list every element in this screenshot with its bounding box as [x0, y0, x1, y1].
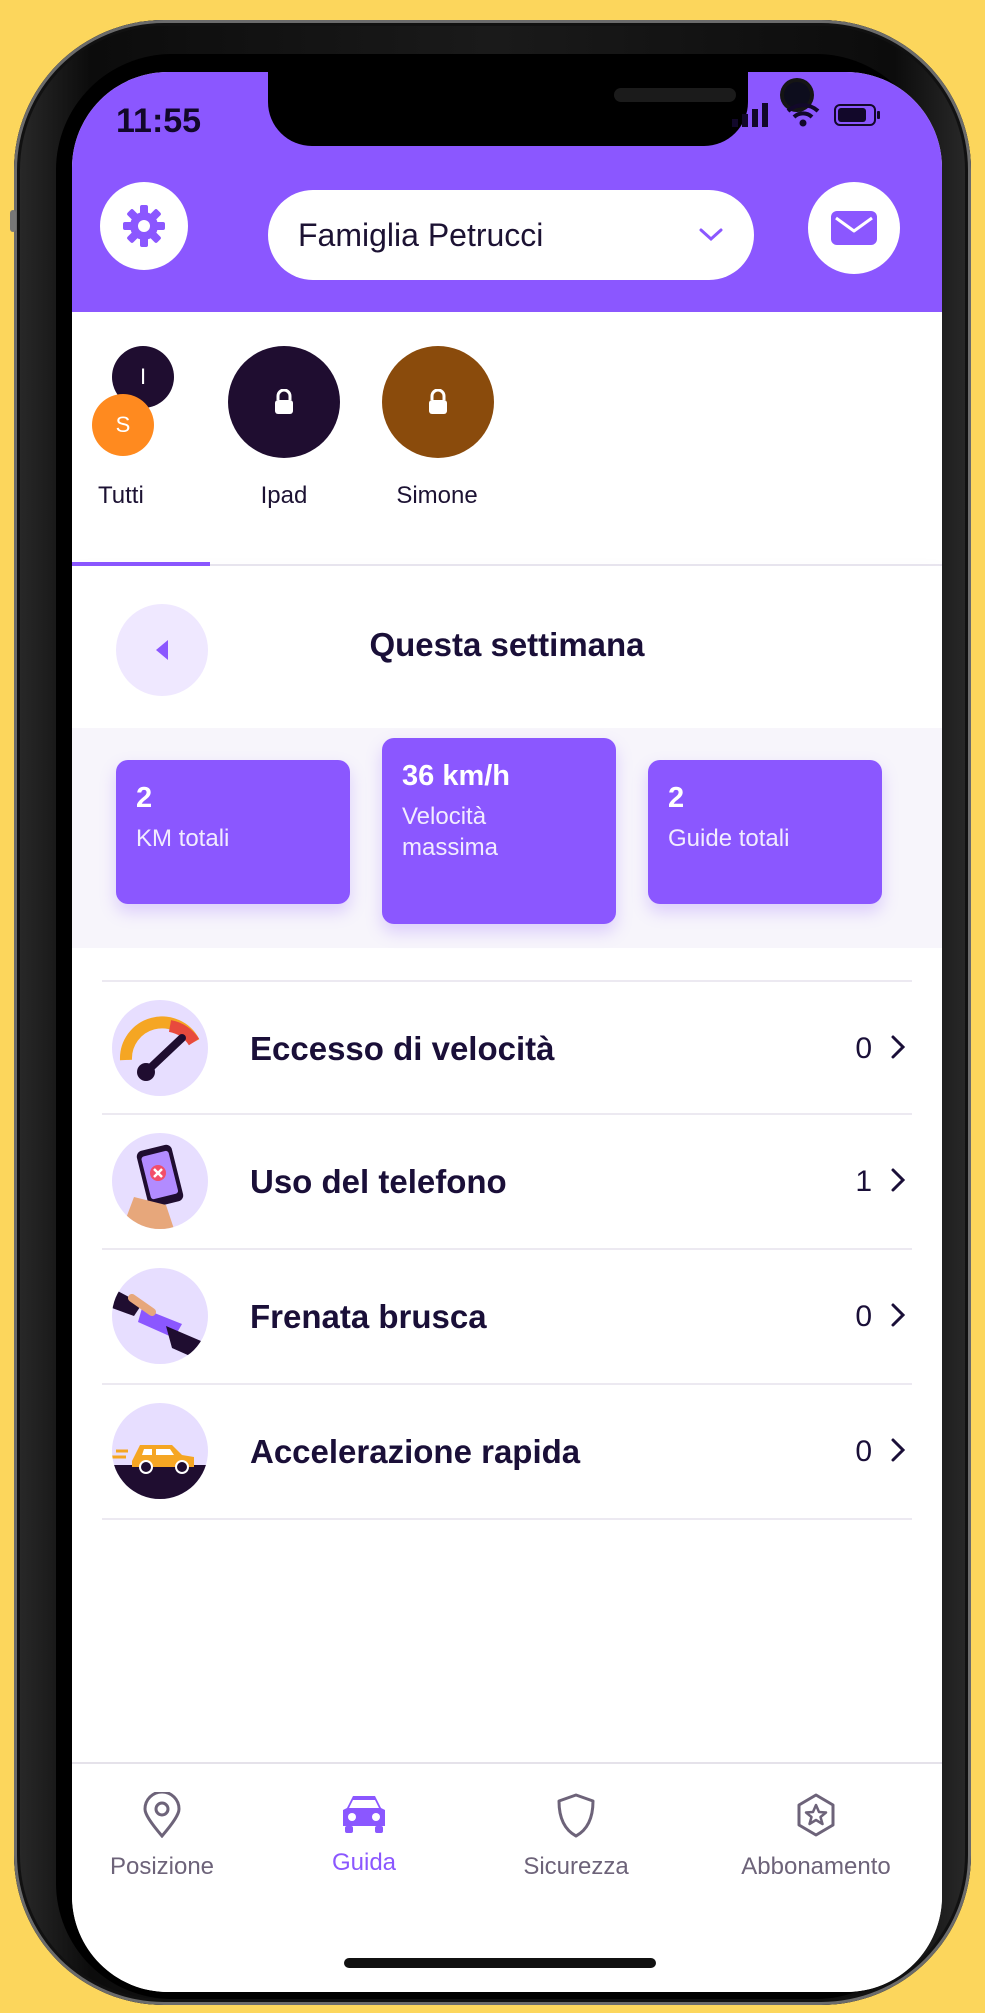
- phone-use-icon: [112, 1133, 208, 1229]
- family-selector[interactable]: Famiglia Petrucci: [268, 190, 754, 280]
- stat-value: 36 km/h: [402, 760, 510, 792]
- location-pin-icon: [143, 1790, 181, 1839]
- signal-icon: [732, 103, 768, 127]
- member-tab-all[interactable]: I S Tutti: [92, 312, 192, 566]
- fast-car-icon: [112, 1403, 208, 1499]
- nav-label: Guida: [331, 1849, 397, 1876]
- member-label: Tutti: [98, 482, 144, 509]
- event-count: 0: [855, 1300, 872, 1333]
- lock-icon: [275, 389, 293, 414]
- chevron-right-icon: [891, 1035, 906, 1059]
- stats-section: 2 KM totali 36 km/h Velocità massima 2 G…: [72, 728, 942, 948]
- nav-tab-drive[interactable]: Guida: [264, 1792, 464, 1877]
- event-name: Accelerazione rapida: [250, 1433, 581, 1470]
- event-name: Eccesso di velocità: [250, 1030, 555, 1067]
- messages-button[interactable]: [808, 182, 900, 274]
- event-row-rapid-acceleration[interactable]: Accelerazione rapida 0: [102, 1385, 912, 1520]
- member-tabs: I S Tutti Ipad Simone: [72, 312, 942, 566]
- chevron-right-icon: [891, 1438, 906, 1462]
- event-name: Frenata brusca: [250, 1298, 487, 1335]
- nav-label: Sicurezza: [523, 1853, 629, 1880]
- lock-icon: [429, 389, 447, 414]
- period-selector: Questa settimana: [72, 566, 942, 728]
- gear-icon: [123, 205, 165, 247]
- driving-events-list: Eccesso di velocità 0 Uso del telefono 1: [102, 980, 912, 1520]
- event-row-hard-braking[interactable]: Frenata brusca 0: [102, 1250, 912, 1385]
- chevron-right-icon: [891, 1168, 906, 1192]
- member-label: Ipad: [260, 482, 308, 509]
- stat-card-drives: 2 Guide totali: [648, 760, 882, 904]
- nav-label: Abbonamento: [741, 1853, 891, 1880]
- family-name: Famiglia Petrucci: [298, 216, 544, 253]
- avatar: [228, 346, 340, 458]
- top-header: 11:55 Famiglia Petrucci: [72, 72, 942, 312]
- nav-tab-safety[interactable]: Sicurezza: [476, 1792, 676, 1881]
- event-count: 0: [855, 1435, 872, 1468]
- avatar-letter: I: [139, 364, 147, 389]
- side-button: [10, 210, 16, 232]
- member-label: Simone: [396, 482, 478, 509]
- stat-label: Velocità massima: [402, 803, 499, 861]
- star-badge-icon: [797, 1793, 835, 1837]
- event-name: Uso del telefono: [250, 1163, 507, 1200]
- stat-value: 2: [668, 782, 685, 814]
- brake-icon: [112, 1268, 208, 1364]
- wifi-icon: [786, 103, 820, 127]
- chevron-down-icon: [699, 228, 723, 242]
- avatar: [382, 346, 494, 458]
- battery-icon: [834, 104, 880, 126]
- notch: [268, 72, 810, 146]
- avatar: S: [92, 394, 154, 456]
- status-time: 11:55: [116, 102, 202, 140]
- shield-icon: [557, 1793, 595, 1838]
- status-icons: [732, 102, 882, 128]
- nav-tab-subscription[interactable]: Abbonamento: [716, 1792, 916, 1881]
- speedometer-icon: [112, 1000, 208, 1096]
- stat-label: KM totali: [136, 825, 230, 852]
- chevron-right-icon: [891, 1303, 906, 1327]
- avatar-letter: S: [115, 412, 131, 437]
- event-count: 0: [855, 1032, 872, 1065]
- member-tab-simone[interactable]: Simone: [372, 312, 502, 566]
- event-row-phone-use[interactable]: Uso del telefono 1: [102, 1115, 912, 1250]
- stat-value: 2: [136, 782, 153, 814]
- member-tab-ipad[interactable]: Ipad: [224, 312, 344, 566]
- event-count: 1: [855, 1165, 872, 1198]
- nav-label: Posizione: [109, 1853, 215, 1880]
- speaker: [614, 88, 736, 102]
- settings-button[interactable]: [100, 182, 188, 270]
- period-title: Questa settimana: [369, 626, 645, 663]
- stat-card-km: 2 KM totali: [116, 760, 350, 904]
- stat-card-max-speed: 36 km/h Velocità massima: [382, 738, 616, 924]
- stat-label: Guide totali: [668, 825, 790, 852]
- nav-tab-location[interactable]: Posizione: [72, 1790, 262, 1881]
- app-screen: 11:55 Famiglia Petrucci I S Tutti Ipad S…: [72, 72, 942, 1992]
- home-indicator[interactable]: [344, 1958, 656, 1968]
- mail-icon: [831, 211, 877, 245]
- car-icon: [343, 1796, 385, 1833]
- event-row-speeding[interactable]: Eccesso di velocità 0: [102, 980, 912, 1115]
